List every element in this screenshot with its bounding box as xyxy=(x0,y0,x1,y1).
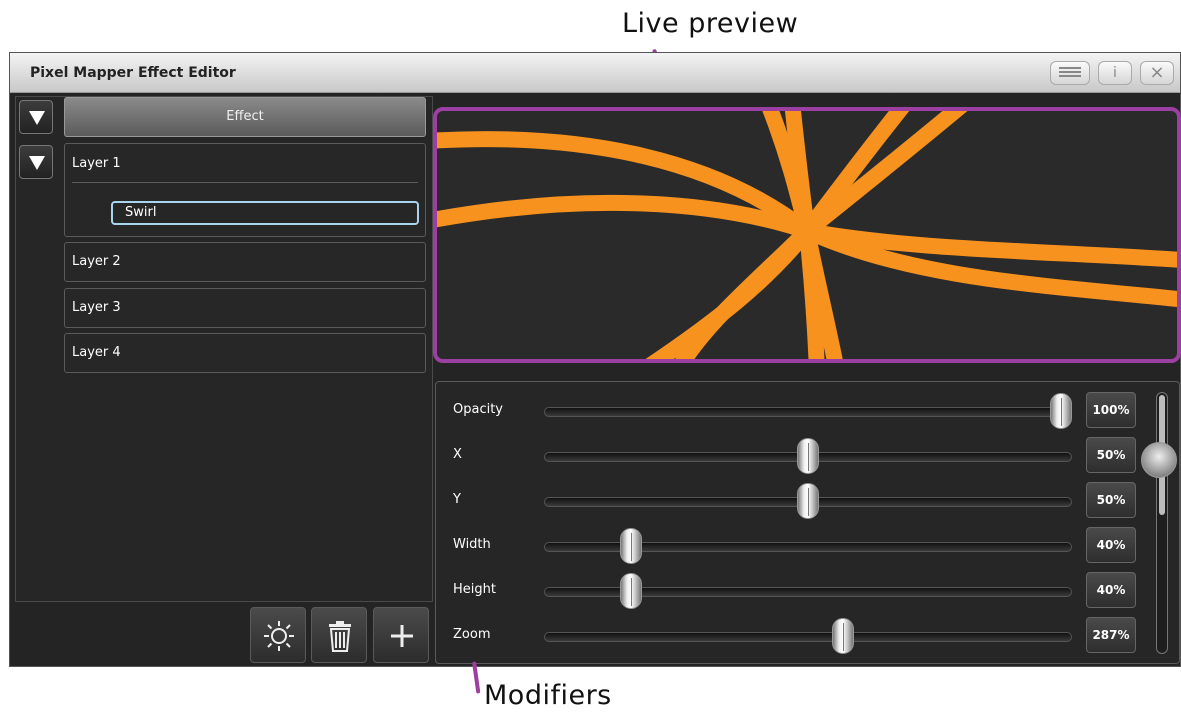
layer-label: Layer 2 xyxy=(72,254,121,269)
modifier-label: Height xyxy=(453,582,496,597)
modifier-value[interactable]: 40% xyxy=(1086,572,1136,608)
window-title: Pixel Mapper Effect Editor xyxy=(30,65,236,81)
live-preview-callout: Live preview xyxy=(622,8,799,39)
info-button[interactable]: i xyxy=(1098,61,1132,85)
modifier-height: Height 40% xyxy=(436,570,1136,610)
layer-1-item[interactable]: Layer 1 Swirl xyxy=(64,143,426,237)
delete-button[interactable] xyxy=(311,607,367,663)
layer-collapse-button[interactable] xyxy=(19,145,53,179)
live-preview xyxy=(433,107,1181,363)
slider-handle[interactable] xyxy=(832,618,855,654)
triangle-down-icon xyxy=(29,111,45,125)
layer-label: Layer 3 xyxy=(72,300,121,315)
modifiers-scrollbar[interactable] xyxy=(1156,392,1168,654)
modifier-value[interactable]: 50% xyxy=(1086,437,1136,473)
brightness-button[interactable] xyxy=(250,607,306,663)
modifier-value[interactable]: 100% xyxy=(1086,392,1136,428)
brightness-icon xyxy=(264,621,294,651)
layer-label: Layer 1 xyxy=(72,156,121,171)
layer-4-item[interactable]: Layer 4 xyxy=(64,333,426,373)
add-layer-button[interactable] xyxy=(373,607,429,663)
modifier-label: Y xyxy=(453,492,461,507)
modifier-value[interactable]: 40% xyxy=(1086,527,1136,563)
plus-icon xyxy=(391,625,413,647)
modifier-y: Y 50% xyxy=(436,480,1136,520)
modifier-x: X 50% xyxy=(436,435,1136,475)
modifier-value[interactable]: 287% xyxy=(1086,617,1136,653)
info-icon: i xyxy=(1113,65,1117,81)
modifier-zoom: Zoom 287% xyxy=(436,615,1136,655)
layer-3-item[interactable]: Layer 3 xyxy=(64,288,426,328)
close-button[interactable]: × xyxy=(1140,61,1174,85)
modifier-label: X xyxy=(453,447,462,462)
slider-handle[interactable] xyxy=(619,573,642,609)
effect-collapse-button[interactable] xyxy=(19,100,53,134)
triangle-down-icon xyxy=(29,156,45,170)
modifier-label: Zoom xyxy=(453,627,491,642)
slider-handle[interactable] xyxy=(797,483,819,519)
close-icon: × xyxy=(1149,62,1165,83)
slider-handle[interactable] xyxy=(619,528,642,564)
menu-button[interactable] xyxy=(1050,61,1090,85)
slider-handle[interactable] xyxy=(797,438,819,474)
modifier-label: Opacity xyxy=(453,402,504,417)
slider-track[interactable] xyxy=(544,407,1072,417)
modifier-label: Width xyxy=(453,537,491,552)
pixel-mapper-window: Pixel Mapper Effect Editor i × Effect La… xyxy=(9,52,1181,667)
layer-2-item[interactable]: Layer 2 xyxy=(64,242,426,282)
swirl-preview-graphic xyxy=(437,111,1177,359)
title-bar: Pixel Mapper Effect Editor i × xyxy=(10,53,1180,93)
menu-icon xyxy=(1059,67,1081,77)
scroll-knob[interactable] xyxy=(1141,442,1177,478)
trash-icon xyxy=(329,621,351,652)
modifier-value[interactable]: 50% xyxy=(1086,482,1136,518)
modifiers-callout: Modifiers xyxy=(484,680,612,711)
modifiers-panel: Opacity 100% X 50% Y 50% Width 40% Heigh… xyxy=(435,381,1180,664)
layer-divider xyxy=(72,182,418,183)
slider-handle[interactable] xyxy=(1050,393,1072,429)
slider-track[interactable] xyxy=(544,632,1072,642)
layer-effect-swirl[interactable]: Swirl xyxy=(111,201,419,225)
modifier-opacity: Opacity 100% xyxy=(436,390,1136,430)
modifier-width: Width 40% xyxy=(436,525,1136,565)
effect-header[interactable]: Effect xyxy=(64,97,426,137)
layer-label: Layer 4 xyxy=(72,345,121,360)
